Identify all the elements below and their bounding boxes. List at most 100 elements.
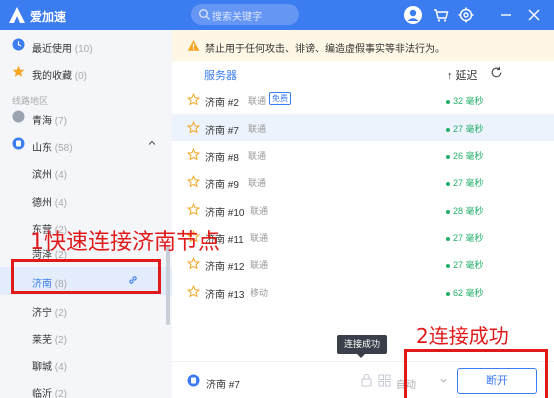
latency-value: 27 毫秒 [453,124,484,134]
avatar-icon[interactable] [403,5,423,25]
server-latency: 27 毫秒 [446,231,484,244]
clock-icon [12,38,25,51]
star-outline-icon[interactable] [187,121,200,134]
annotation-step1: 1快速连接济南节点 [30,230,220,255]
sidebar-item-region[interactable]: 山东 (58) [0,131,172,157]
annotation-box-node [11,259,161,294]
star-icon [12,65,25,77]
sidebar-item-label: 青海 [32,116,52,127]
star-outline-icon[interactable] [187,257,200,270]
latency-value: 27 毫秒 [453,260,484,270]
cart-icon[interactable] [431,5,451,25]
lock-icon[interactable] [360,373,373,387]
sidebar-item-label: 山东 [32,143,52,154]
title-bar: 爱加速 搜索关键字 [0,0,554,30]
sidebar-scrollbar[interactable] [166,245,170,325]
annotation-box-disconnect [404,349,548,398]
table-header: 服务器 ↑ 延迟 [172,61,554,85]
sidebar-item-recent[interactable]: 最近使用 (10) [0,32,172,58]
star-outline-icon[interactable] [187,93,200,106]
server-row[interactable]: 济南 #2 联通 免费 32 毫秒 [172,86,554,113]
latency-dot [446,154,450,159]
sidebar-item-count: (2) [54,335,68,346]
latency-dot [446,236,450,241]
server-name: 济南 #8 [205,153,239,164]
server-carrier: 联通 [248,151,267,161]
server-carrier: 联通 [250,206,269,216]
sidebar-item-label: 济宁 [32,308,52,319]
app-title: 爱加速 [30,10,67,24]
current-server: 济南 #7 [206,380,240,391]
search-icon [199,9,210,20]
close-icon[interactable] [524,5,544,25]
server-row[interactable]: 济南 #8 联通 26 毫秒 [172,141,554,168]
server-name: 济南 #12 [205,262,245,273]
server-name: 济南 #9 [205,180,239,191]
server-row[interactable]: 济南 #12 联通 27 毫秒 [172,250,554,277]
sidebar-item-label: 我的收藏 [32,71,72,82]
server-latency: 26 毫秒 [446,149,484,162]
latency-dot [446,127,450,132]
gear-icon[interactable] [456,5,476,25]
location-icon [187,374,200,387]
server-carrier: 联通 [250,260,269,270]
tooltip: 连接成功 [337,335,387,354]
sidebar-item-count: (0) [74,71,88,82]
search-input[interactable]: 搜索关键字 [191,4,299,25]
sidebar-item-city[interactable]: 滨州 (4) [0,158,172,184]
latency-value: 62 毫秒 [453,288,484,298]
grid-icon[interactable] [378,374,391,387]
star-outline-icon[interactable] [187,148,200,161]
latency-dot [446,181,450,186]
sidebar-item-label: 最近使用 [32,44,72,55]
chevron-up-icon[interactable] [148,139,156,147]
sidebar-item-favorites[interactable]: 我的收藏 (0) [0,59,172,85]
server-carrier: 联通 [248,96,267,106]
notice-text: 禁止用于任何攻击、诽谤、编造虚假事实等非法行为。 [205,44,445,55]
server-carrier: 移动 [250,288,269,298]
server-row[interactable]: 济南 #11 联通 27 毫秒 [172,223,554,250]
sidebar-item-city[interactable]: 莱芜 (2) [0,323,172,349]
column-header-latency[interactable]: ↑ 延迟 [447,67,478,83]
server-row[interactable]: 济南 #9 联通 27 毫秒 [172,168,554,195]
latency-dot [446,263,450,268]
column-header-server[interactable]: 服务器 [204,67,237,83]
server-name: 济南 #13 [205,290,245,301]
star-outline-icon[interactable] [187,285,200,298]
sidebar-item-label: 滨州 [32,170,52,181]
sidebar-item-city[interactable]: 临沂 (2) [0,377,172,398]
latency-value: 32 毫秒 [453,96,484,106]
star-outline-icon[interactable] [187,175,200,188]
server-row-selected[interactable]: 济南 #7 联通 27 毫秒 [172,114,554,141]
annotation-step2: 2连接成功 [416,324,509,348]
server-latency: 28 毫秒 [446,204,484,217]
server-latency: 27 毫秒 [446,258,484,271]
sidebar-item-label: 德州 [32,198,52,209]
minimize-icon[interactable] [496,5,516,25]
latency-value: 27 毫秒 [453,178,484,188]
star-outline-icon[interactable] [187,203,200,216]
server-row[interactable]: 济南 #13 移动 62 毫秒 [172,278,554,305]
sidebar-item-label: 聊城 [32,362,52,373]
server-latency: 27 毫秒 [446,122,484,135]
server-name: 济南 #10 [205,208,245,219]
tooltip-arrow [357,354,365,358]
latency-value: 26 毫秒 [453,151,484,161]
sidebar-item-city[interactable]: 德州 (4) [0,186,172,212]
sidebar-item-city[interactable]: 济宁 (2) [0,296,172,322]
latency-value: 27 毫秒 [453,233,484,243]
search-placeholder: 搜索关键字 [212,12,262,23]
sidebar-item-city[interactable]: 聊城 (4) [0,350,172,376]
sidebar-item-count: (2) [54,389,68,398]
latency-dot [446,291,450,296]
server-name: 济南 #2 [205,98,239,109]
sidebar-item-count: (4) [54,170,68,181]
sidebar-item-count: (4) [54,362,68,373]
sidebar-item-label: 临沂 [32,389,52,398]
server-carrier: 联通 [248,178,267,188]
server-row[interactable]: 济南 #10 联通 28 毫秒 [172,196,554,223]
refresh-icon[interactable] [490,66,503,79]
sidebar-item-region[interactable]: 青海 (7) [0,104,172,130]
sidebar-item-count: (7) [54,116,68,127]
server-latency: 27 毫秒 [446,176,484,189]
